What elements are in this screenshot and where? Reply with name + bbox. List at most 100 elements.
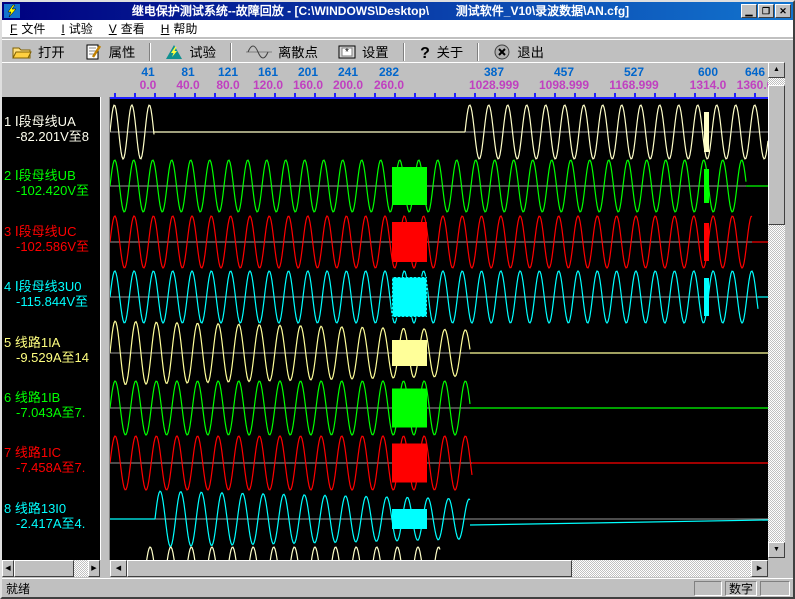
test-bolt-icon [165, 44, 183, 60]
event-marker-block [392, 277, 427, 317]
time-ruler: 410.08140.012180.0161120.0201160.0241200… [2, 62, 768, 97]
title-bar[interactable]: 继电保护测试系统--故障回放 - [C:\WINDOWS\Desktop\ 测试… [2, 2, 793, 20]
waveform-area[interactable] [110, 97, 768, 560]
main-hscroll-thumb[interactable] [127, 560, 572, 577]
channel-label-row[interactable]: 2 Ⅰ段母线UB-102.420V至 [4, 168, 100, 198]
toolbar-button-about[interactable]: ? 关于 [409, 40, 474, 63]
main-hscroll-track[interactable] [572, 560, 751, 577]
toolbar-button-label: 打开 [38, 42, 65, 61]
channel-name: 5 线路1IA [4, 335, 100, 350]
exit-icon [493, 44, 511, 60]
ruler-mark: 410.0 [140, 66, 157, 92]
left-hscroll-right-button[interactable]: ▶ [88, 560, 100, 577]
open-folder-icon [12, 44, 32, 60]
menu-item-I[interactable]: I试验 [53, 19, 100, 38]
toolbar-button-discrete-points[interactable]: 离散点 [236, 40, 328, 63]
channel-range: -115.844V至 [4, 294, 100, 309]
event-marker-block [392, 444, 427, 483]
panel-splitter[interactable] [100, 97, 110, 560]
ruler-mark: 8140.0 [176, 66, 199, 92]
toolbar-button-properties[interactable]: 属性 [75, 40, 146, 63]
channel-label-row[interactable]: 6 线路1IB-7.043A至7. [4, 390, 100, 420]
waveform-trace [470, 520, 768, 525]
channel-range: -9.529A至14 [4, 350, 100, 365]
settings-icon: * [338, 44, 356, 60]
scroll-down-button[interactable]: ▼ [768, 542, 785, 558]
properties-icon [85, 44, 103, 60]
toolbar-button-test-bolt[interactable]: 试验 [155, 40, 226, 63]
channel-name: 2 Ⅰ段母线UB [4, 168, 100, 183]
channel-range: -7.458A至7. [4, 460, 100, 475]
minimize-button[interactable]: ▁ [741, 4, 757, 18]
toolbar-button-label: 关于 [437, 42, 464, 61]
channel-label-row[interactable]: 4 Ⅰ段母线3U0-115.844V至 [4, 279, 100, 309]
toolbar-button-exit[interactable]: 退出 [483, 40, 554, 63]
menu-bar: F文件I试验V查看H帮助 [2, 20, 793, 38]
left-hscroll-thumb[interactable] [14, 560, 74, 577]
about-icon: ? [419, 44, 431, 60]
status-bar: 就绪 数字 [2, 578, 793, 597]
app-icon [4, 4, 20, 18]
event-marker-block [392, 389, 427, 428]
status-panel-blank-2 [760, 581, 790, 596]
channel-name: 4 Ⅰ段母线3U0 [4, 279, 100, 294]
left-hscroll-track[interactable] [74, 560, 88, 577]
toolbar-button-label: 属性 [109, 42, 136, 61]
cursor-marker-bar [704, 112, 709, 152]
menu-item-H[interactable]: H帮助 [153, 19, 206, 38]
vscroll-thumb[interactable] [768, 85, 785, 225]
channel-label-row[interactable]: 5 线路1IA-9.529A至14 [4, 335, 100, 365]
channel-name: 3 Ⅰ段母线UC [4, 224, 100, 239]
channel-range: -2.417A至4. [4, 516, 100, 531]
toolbar-button-label: 离散点 [278, 42, 318, 61]
ruler-mark: 241200.0 [333, 66, 363, 92]
channel-name: 8 线路13I0 [4, 501, 100, 516]
toolbar-button-label: 退出 [517, 42, 544, 61]
channel-name: 6 线路1IB [4, 390, 100, 405]
menu-item-F[interactable]: F文件 [2, 19, 53, 38]
close-button[interactable]: ✕ [775, 4, 791, 18]
scroll-up-button[interactable]: ▲ [768, 62, 785, 78]
svg-text:?: ? [420, 45, 430, 60]
ruler-mark: 201160.0 [293, 66, 323, 92]
ruler-mark: 6001314.0 [690, 66, 727, 92]
channel-range: -82.201V至8 [4, 129, 100, 144]
toolbar-button-settings[interactable]: *设置 [328, 40, 399, 63]
main-hscrollbar[interactable]: ◀ ▶ [110, 560, 768, 577]
discrete-points-icon [246, 44, 272, 60]
toolbar-separator [230, 43, 232, 61]
left-hscroll-left-button[interactable]: ◀ [2, 560, 14, 577]
menu-item-V[interactable]: V查看 [101, 19, 153, 38]
toolbar-button-open-folder[interactable]: 打开 [2, 40, 75, 63]
toolbar-separator [403, 43, 405, 61]
channel-label-row[interactable]: 1 Ⅰ段母线UA-82.201V至8 [4, 114, 100, 144]
toolbar: 打开 属性 试验 离散点 *设置? 关于 退出 [2, 39, 793, 63]
vertical-scrollbar[interactable]: ▲ ▼ [768, 62, 785, 558]
event-marker-block [392, 340, 427, 366]
ruler-mark: 12180.0 [216, 66, 239, 92]
channel-range: -102.586V至 [4, 239, 100, 254]
main-hscroll-right-button[interactable]: ▶ [751, 560, 768, 577]
ruler-mark: 3871028.999 [469, 66, 519, 92]
ruler-mark: 5271168.999 [609, 66, 658, 92]
cursor-marker-bar [704, 278, 709, 316]
toolbar-button-label: 试验 [189, 42, 216, 61]
window-title: 继电保护测试系统--故障回放 - [C:\WINDOWS\Desktop\ 测试… [20, 2, 741, 20]
cursor-marker-bar [704, 169, 709, 203]
channel-label-row[interactable]: 8 线路13I0-2.417A至4. [4, 501, 100, 531]
svg-text:*: * [345, 47, 349, 58]
restore-button[interactable]: ❐ [758, 4, 774, 18]
ruler-mark: 282260.0 [374, 66, 404, 92]
waveform-plot [110, 99, 768, 560]
channel-range: -7.043A至7. [4, 405, 100, 420]
channel-label-row[interactable]: 3 Ⅰ段母线UC-102.586V至 [4, 224, 100, 254]
left-panel-hscrollbar[interactable]: ◀ ▶ [2, 560, 100, 577]
app-window: 继电保护测试系统--故障回放 - [C:\WINDOWS\Desktop\ 测试… [0, 0, 795, 599]
main-hscroll-left-button[interactable]: ◀ [110, 560, 127, 577]
channel-label-row[interactable]: 7 线路1IC-7.458A至7. [4, 445, 100, 475]
toolbar-separator [477, 43, 479, 61]
channel-name: 1 Ⅰ段母线UA [4, 114, 100, 129]
event-marker-block [392, 167, 427, 205]
cursor-marker-bar [704, 223, 709, 261]
waveform-trace [145, 547, 440, 560]
